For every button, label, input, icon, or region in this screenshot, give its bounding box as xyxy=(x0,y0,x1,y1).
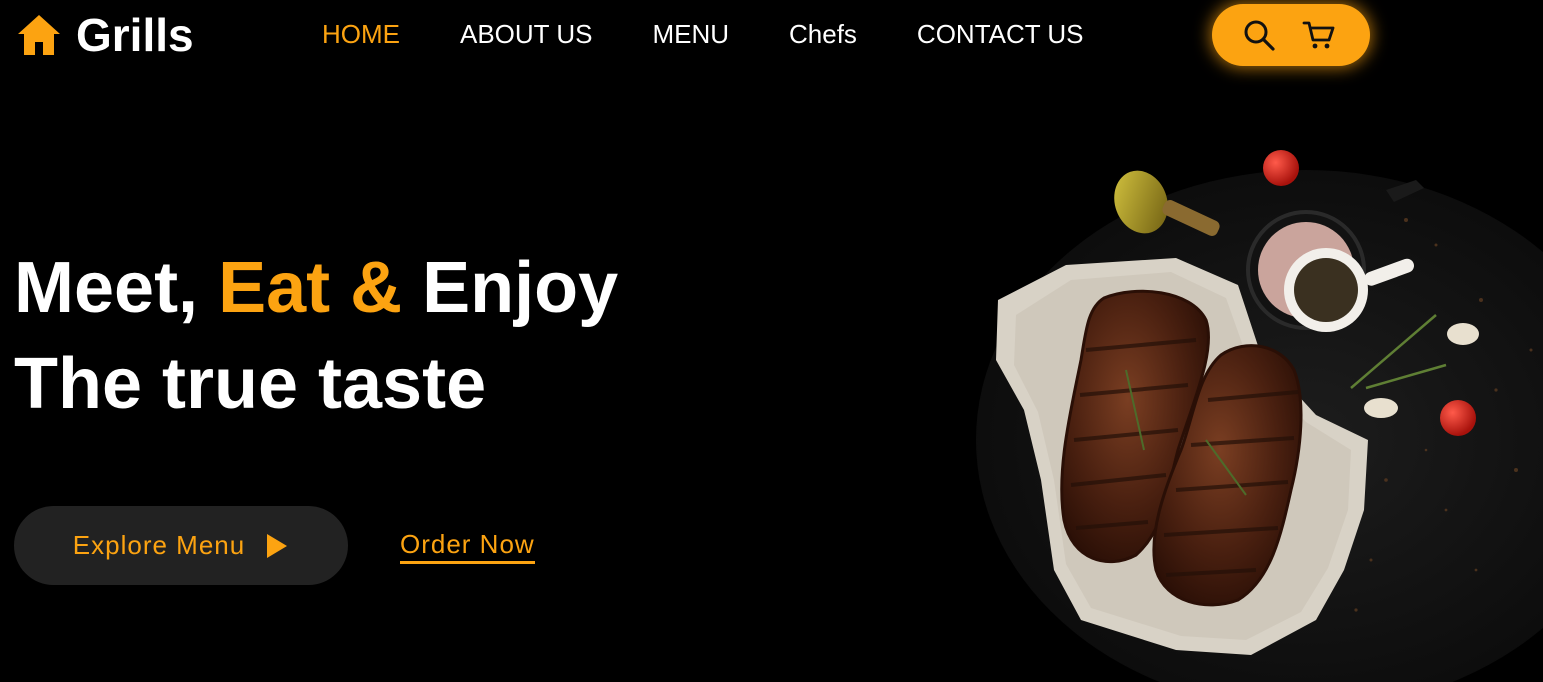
nav-item-contact-us[interactable]: CONTACT US xyxy=(917,18,1084,50)
nav-item-chefs[interactable]: Chefs xyxy=(789,18,857,50)
search-icon[interactable] xyxy=(1242,18,1276,52)
main-nav: HOME ABOUT US MENU Chefs CONTACT US xyxy=(322,18,1144,50)
logo[interactable]: Grills xyxy=(16,10,194,60)
explore-menu-label: Explore Menu xyxy=(72,530,246,560)
nav-item-about-us[interactable]: ABOUT US xyxy=(460,18,592,50)
order-now-link[interactable]: Order Now xyxy=(400,529,535,564)
page: Grills HOME ABOUT US MENU Chefs CONTACT … xyxy=(0,0,1543,682)
nav-item-home[interactable]: HOME xyxy=(322,18,400,50)
cart-icon[interactable] xyxy=(1302,18,1336,52)
hero-heading: Meet, Eat & Enjoy The true taste xyxy=(14,240,618,432)
logo-text: Grills xyxy=(76,9,194,61)
steak-plate-image xyxy=(976,150,1543,682)
explore-menu-button[interactable]: Explore Menu xyxy=(14,506,348,585)
play-icon xyxy=(267,533,288,558)
hero-word-meet: Meet, xyxy=(14,248,199,328)
hero-word-eat: Eat & xyxy=(218,248,403,328)
nav-item-menu[interactable]: MENU xyxy=(652,18,729,50)
home-icon xyxy=(18,15,60,55)
hero-heading-line-1: Meet, Eat & Enjoy xyxy=(14,240,618,336)
header-actions xyxy=(1212,4,1370,66)
hero-heading-line-2: The true taste xyxy=(14,344,487,424)
hero-word-enjoy: Enjoy xyxy=(422,248,619,328)
